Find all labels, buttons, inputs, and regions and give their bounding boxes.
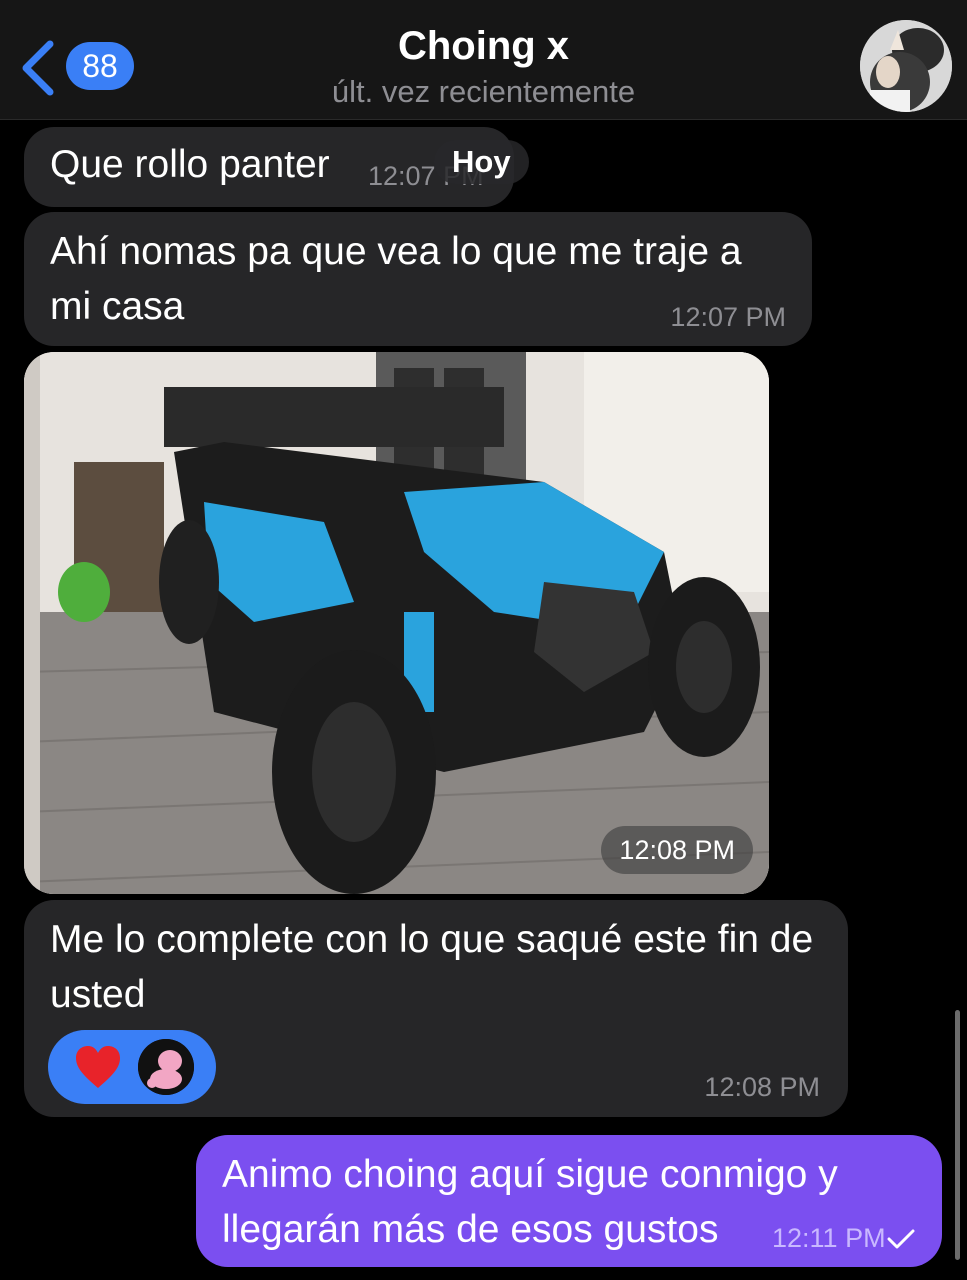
photo-time: 12:08 PM — [601, 826, 753, 874]
message-text: Que rollo panter — [50, 143, 330, 186]
chat-title: Choing x — [397, 24, 570, 68]
checkmark-icon — [887, 1229, 915, 1249]
message-text: Me lo complete con lo que saqué este fin… — [50, 918, 814, 1016]
incoming-message-bubble[interactable]: Ahí nomas pa que vea lo que me traje a m… — [24, 212, 812, 346]
utv-photo-image — [24, 352, 769, 894]
message-time: 12:08 PM — [704, 1072, 820, 1102]
scrollbar[interactable] — [955, 1010, 960, 1260]
chat-screen: 88 Choing x últ. vez recientemente Que r… — [0, 0, 967, 1280]
contact-avatar[interactable] — [860, 20, 952, 112]
contact-photo-icon — [860, 20, 952, 112]
chat-header: 88 Choing x últ. vez recientemente — [0, 0, 967, 120]
pink-panther-icon — [138, 1039, 194, 1095]
message-time: 12:11 PM — [772, 1223, 886, 1253]
heart-icon — [76, 1046, 120, 1088]
message-time: 12:07 PM — [670, 302, 786, 332]
outgoing-message-bubble[interactable]: Animo choing aquí sigue conmigo y llegar… — [196, 1135, 942, 1267]
reactor-avatar — [138, 1039, 194, 1095]
photo-message[interactable]: 12:08 PM — [24, 352, 769, 894]
chat-title-block[interactable]: Choing x últ. vez recientemente — [0, 20, 967, 112]
chat-last-seen-status: últ. vez recientemente — [331, 74, 636, 109]
date-separator: Hoy — [434, 140, 529, 184]
message-reactions[interactable] — [48, 1030, 216, 1104]
